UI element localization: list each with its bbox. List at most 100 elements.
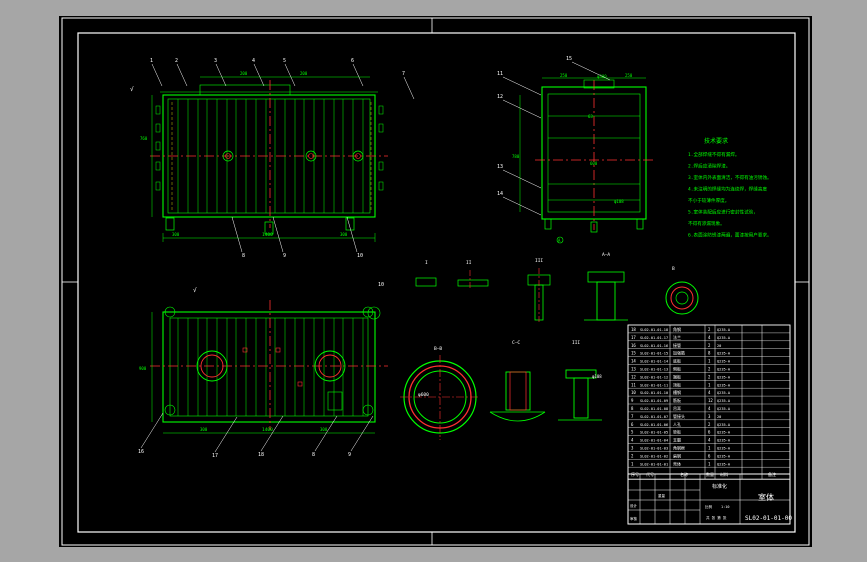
dim-text: 300 (340, 232, 348, 237)
part-code: SL02-01-01-15 (640, 352, 668, 356)
drawing-sheet: 1400 300 300 200 200 760 1 2 3 4 5 6 7 8 9 10 √ φ300 250 25… (59, 16, 812, 547)
part-material: Q235-A (717, 328, 731, 332)
balloon-number: 17 (212, 453, 218, 459)
tech-req-line: 3.室体内外表面清洁，不得有油污锈蚀。 (688, 174, 772, 181)
part-name: 管接头 (673, 413, 685, 419)
part-name: 法兰 (673, 334, 681, 340)
balloon-number: 9 (283, 253, 286, 259)
part-name: 接管 (673, 342, 681, 348)
drawing-number: SL02-01-01-00 (745, 515, 792, 522)
design-label: 设计 (630, 503, 638, 508)
part-code: SL02-01-01-14 (640, 360, 668, 364)
check-label: 审核 (630, 516, 638, 521)
part-no: 16 (631, 343, 636, 348)
part-qty: 1 (708, 359, 711, 364)
part-name: 人孔 (673, 421, 681, 427)
part-code: SL02-01-01-07 (640, 415, 668, 419)
part-qty: 4 (708, 438, 711, 443)
balloon-number: 10 (357, 253, 363, 259)
dim-text: 300 (320, 427, 328, 432)
view-label: III (535, 258, 543, 264)
view-label: II (466, 260, 472, 266)
part-no: 4 (631, 438, 634, 443)
balloon-number: 18 (258, 452, 264, 458)
view-label: B (672, 266, 675, 272)
part-name: 支腿 (673, 437, 681, 443)
title-block: 标准化室体 SL02-01-01-00 比例 1:10 共 张 第 张 设计审核 重量 (627, 473, 792, 525)
part-code: SL02-01-01-06 (640, 423, 668, 427)
balloon-number: 8 (242, 253, 245, 259)
balloon-number: 4 (252, 58, 255, 64)
leader (231, 216, 243, 253)
part-no: 2 (631, 453, 634, 458)
part-name: 加强筋 (673, 350, 685, 356)
part-name: 底板 (673, 358, 681, 364)
part-name: 侧板 (673, 366, 681, 372)
part-material: Q235-A (717, 336, 731, 340)
part-name: 筋板 (673, 397, 681, 403)
leader (502, 76, 542, 96)
section-a-pipe (596, 281, 616, 321)
detail-i-body (415, 277, 437, 287)
part-code: SL02-01-01-05 (640, 431, 668, 435)
balloon-number: 15 (566, 56, 572, 62)
part-qty: 4 (708, 406, 711, 411)
balloon-number: 3 (214, 58, 217, 64)
leader (346, 216, 358, 253)
part-code: SL02-01-01-02 (640, 454, 668, 458)
side-lug (378, 181, 384, 191)
part-qty: 6 (708, 453, 711, 458)
part-no: 17 (631, 335, 636, 340)
part-no: 14 (631, 359, 636, 364)
tech-req-line: 不得有渗漏现象。 (688, 220, 725, 227)
dim-text: 1400 (262, 427, 273, 433)
leader (403, 76, 415, 100)
balloon-number: 1 (150, 58, 153, 64)
part-material: 20 (717, 344, 721, 348)
roughness-mark: √ (193, 287, 197, 294)
tech-req-line: 1.全部焊缝不得有漏焊。 (688, 151, 739, 158)
tech-req-line: 2.焊后应清除焊渣。 (688, 163, 730, 170)
section-b-bore (509, 371, 527, 411)
view-label: A—A (602, 252, 610, 258)
part-code: SL02-01-01-12 (640, 375, 668, 379)
leader (314, 415, 338, 452)
tech-requirements: 技术要求 1.全部焊缝不得有漏焊。 2.焊后应清除焊渣。 3.室体内外表面清洁，不得有… (688, 137, 772, 239)
view-label: I (425, 260, 428, 266)
view-label: C—C (512, 340, 520, 346)
balloon-number: 13 (497, 164, 503, 170)
part-qty: 4 (708, 390, 711, 395)
part-no: 9 (631, 398, 634, 403)
balloon-number: 2 (175, 58, 178, 64)
dim-text: 760 (140, 136, 148, 141)
part-material: Q235-A (717, 407, 731, 411)
part-no: 18 (631, 327, 636, 332)
tech-req-line: 不小于较薄件厚度。 (688, 197, 729, 204)
sheet-label: 共 张 第 张 (706, 515, 727, 520)
drawing-root: 1400300 300200 2007601 2 3 4 5 678 9 10√φ300250 25… (61, 17, 810, 546)
tech-req-title: 技术要求 (704, 137, 728, 145)
part-material: Q235-A (717, 360, 731, 364)
detail-ii-body (457, 279, 489, 287)
part-qty: 6 (708, 430, 711, 435)
balloon-number: 7 (402, 71, 405, 77)
marker (275, 347, 281, 353)
side-lug (155, 181, 161, 191)
side-lug (155, 161, 161, 171)
cad-viewport[interactable]: 1400 300 300 200 200 760 1 2 3 4 5 6 7 8 9 10 √ φ300 250 25… (0, 0, 867, 562)
part-qty: 1 (708, 382, 711, 387)
dim-text: 900 (139, 366, 147, 371)
leader (502, 196, 542, 216)
title-org: 标准化 (712, 483, 727, 490)
balloon-number: 6 (351, 58, 354, 64)
part-name: 端板 (673, 373, 681, 379)
side-lug (378, 105, 384, 115)
part-name: 角钢框 (673, 445, 685, 451)
part-material: Q235-A (717, 462, 731, 466)
section-c-pipe (573, 377, 589, 419)
part-qty: 3 (708, 414, 711, 419)
part-material: Q235-A (717, 352, 731, 356)
part-no: 13 (631, 367, 636, 372)
part-no: 10 (631, 390, 636, 395)
dim-text: 250 (560, 73, 568, 78)
